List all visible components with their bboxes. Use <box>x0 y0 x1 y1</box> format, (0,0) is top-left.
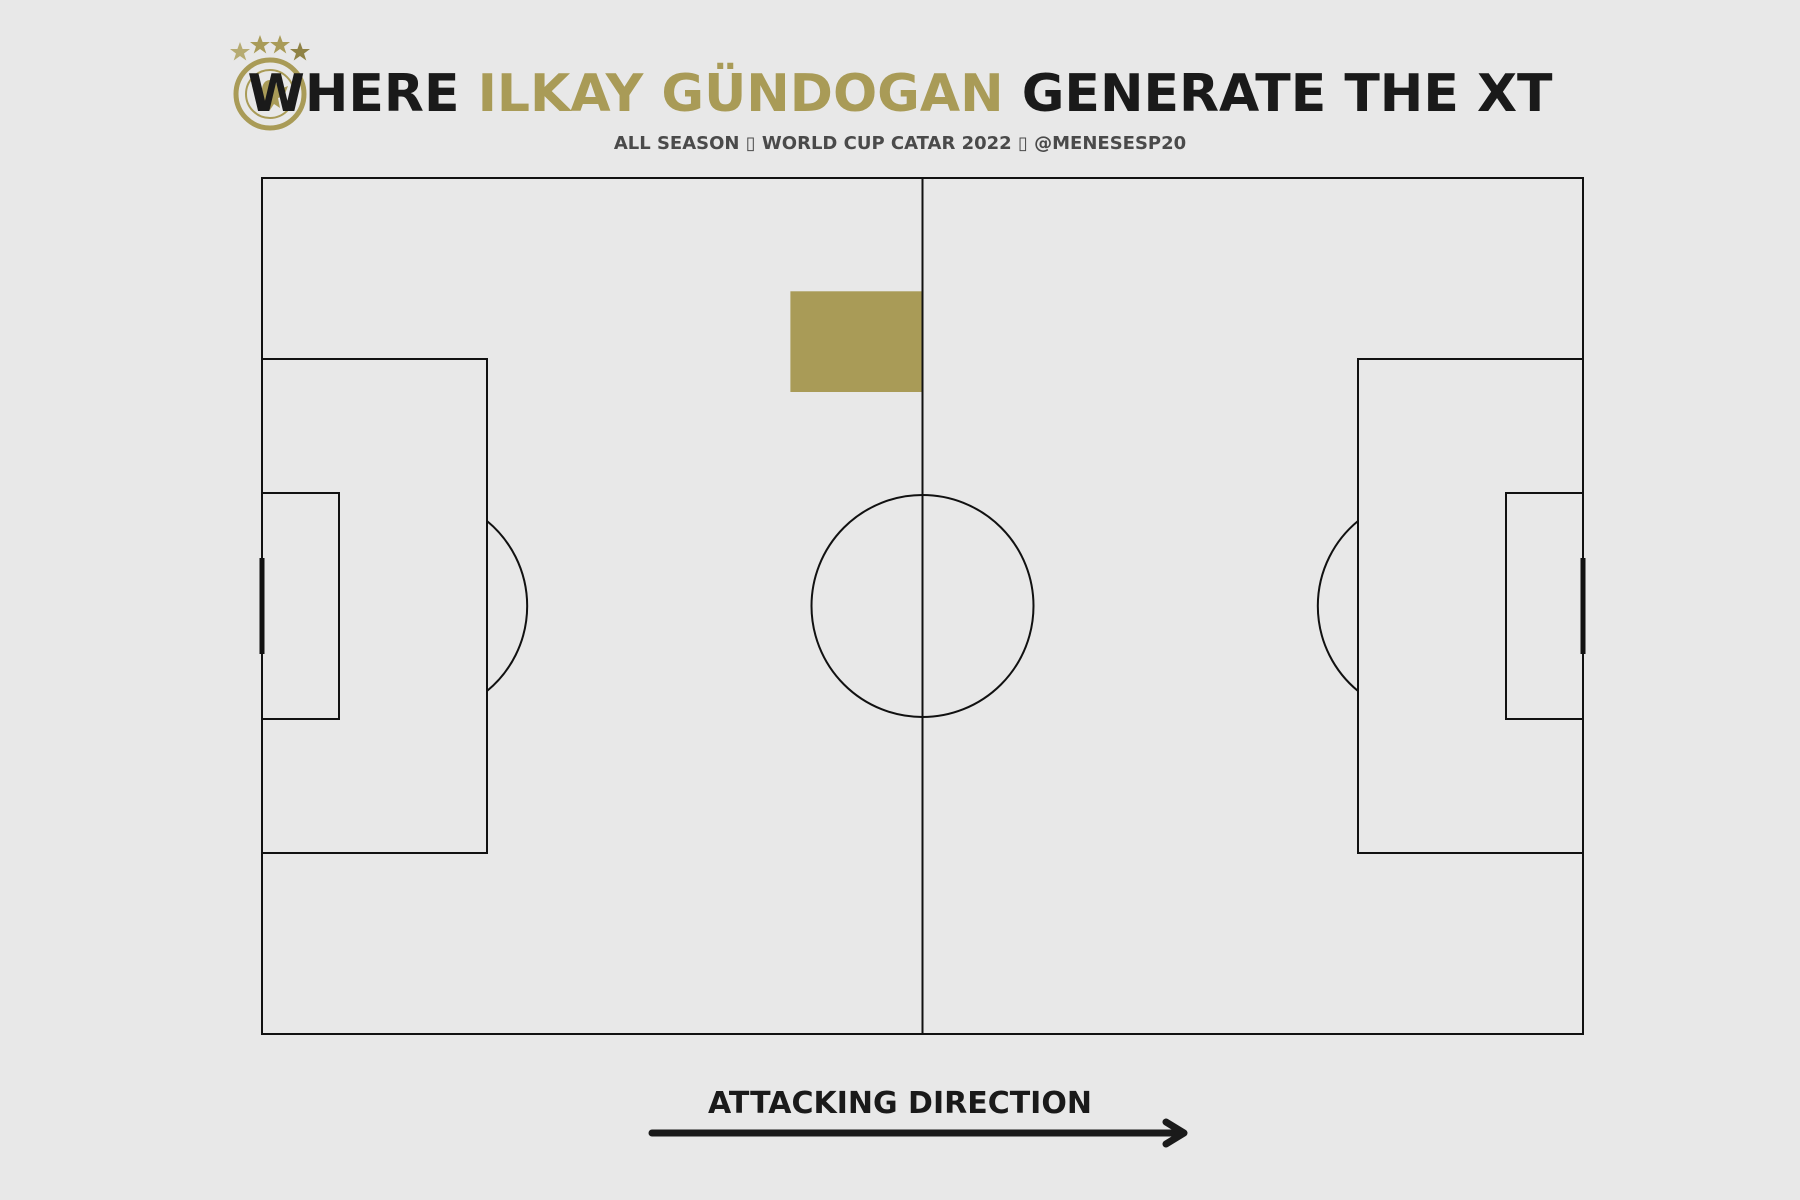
crest-star-2 <box>250 35 270 54</box>
crest-star-1 <box>230 42 250 61</box>
xt-pitch-graphic: WHERE ILKAY GÜNDOGAN GENERATE THE XT ALL… <box>230 35 1586 1148</box>
pitch <box>259 177 1586 1035</box>
right-six-yard-box <box>1505 492 1584 720</box>
crest-star-4 <box>290 42 310 61</box>
arrow-right-icon <box>648 1118 1188 1148</box>
xt-heat-cell <box>790 291 923 392</box>
chart-title: WHERE ILKAY GÜNDOGAN GENERATE THE XT <box>248 62 1554 124</box>
title-suffix: GENERATE THE XT <box>1022 64 1553 124</box>
right-penalty-area <box>1357 358 1584 854</box>
right-penalty-arc <box>1316 520 1359 692</box>
title-player-name: ILKAY GÜNDOGAN <box>478 62 1004 124</box>
attacking-direction-label: ATTACKING DIRECTION <box>708 1086 1092 1121</box>
xt-heatmap-layer <box>790 291 923 392</box>
left-penalty-arc <box>486 520 529 692</box>
left-six-yard-box <box>261 492 340 720</box>
crest-star-3 <box>270 35 290 54</box>
chart-subtitle: ALL SEASON ▯ WORLD CUP CATAR 2022 ▯ @MEN… <box>614 133 1186 154</box>
title-prefix: WHERE <box>248 64 460 124</box>
left-penalty-area <box>261 358 488 854</box>
